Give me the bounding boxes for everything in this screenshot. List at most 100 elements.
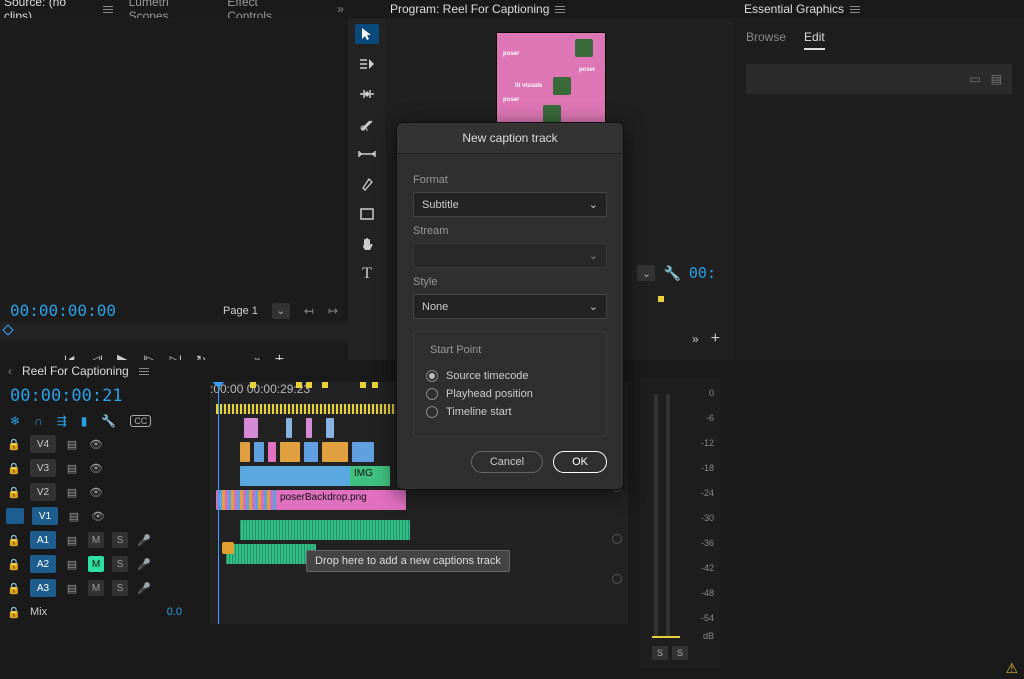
toggle-output-icon[interactable]: ▤ (64, 486, 80, 499)
step-back-icon[interactable]: ↤ (304, 304, 314, 318)
toggle-output-icon[interactable]: ▤ (64, 534, 80, 547)
source-patch-v1[interactable] (6, 508, 24, 524)
stream-label: Stream (413, 225, 607, 237)
markers-icon[interactable]: ▮ (81, 414, 88, 428)
toggle-output-icon[interactable]: ▤ (66, 510, 82, 523)
overflow-icon[interactable]: » (337, 2, 344, 16)
snap-icon[interactable]: ❄ (10, 414, 20, 428)
solo-button[interactable]: S (112, 556, 128, 572)
mute-button[interactable]: M (88, 532, 104, 548)
panel-menu-icon[interactable] (555, 6, 565, 13)
radio-source-timecode[interactable]: Source timecode (426, 370, 594, 382)
tab-essential-graphics[interactable]: Essential Graphics (744, 2, 860, 16)
lock-icon[interactable]: 🔒 (6, 534, 22, 547)
toggle-output-icon[interactable]: ▤ (64, 462, 80, 475)
solo-button[interactable]: S (112, 580, 128, 596)
linked-selection-icon[interactable]: ⇶ (57, 414, 67, 428)
sequence-name[interactable]: Reel For Captioning (22, 364, 129, 378)
scroll-handle[interactable] (612, 574, 622, 584)
scroll-handle[interactable] (612, 534, 622, 544)
step-fwd-icon[interactable]: ↦ (328, 304, 338, 318)
eye-icon[interactable]: 👁 (88, 438, 104, 451)
tab-program[interactable]: Program: Reel For Captioning (390, 2, 565, 16)
magnet-icon[interactable]: ∩ (34, 414, 43, 428)
eye-icon[interactable]: 👁 (88, 486, 104, 499)
mute-button[interactable]: M (88, 580, 104, 596)
tab-program-label: Program: Reel For Captioning (390, 2, 549, 16)
lock-icon[interactable]: 🔒 (6, 606, 22, 619)
mic-icon[interactable]: 🎤 (136, 582, 152, 595)
cc-icon[interactable]: CC (130, 415, 151, 427)
wrench-icon[interactable]: 🔧 (663, 265, 680, 282)
new-caption-track-dialog: New caption track Format Subtitle ⌄ Stre… (396, 122, 624, 490)
radio-playhead-position[interactable]: Playhead position (426, 388, 594, 400)
razor-tool-icon[interactable] (355, 114, 379, 134)
lock-icon[interactable]: 🔒 (6, 558, 22, 571)
type-tool-icon[interactable]: T (355, 264, 379, 284)
style-label: Style (413, 276, 607, 288)
eg-tab-browse[interactable]: Browse (746, 30, 786, 50)
track-mix[interactable]: 🔒Mix0.0 (0, 600, 210, 624)
program-dropdown[interactable]: ⌄ (637, 265, 655, 281)
overflow-icon[interactable]: » (692, 332, 699, 346)
radio-timeline-start[interactable]: Timeline start (426, 406, 594, 418)
track-v2[interactable]: 🔒V2▤👁 (0, 480, 210, 504)
folder-icon[interactable]: ▭ (969, 72, 980, 86)
lock-icon[interactable]: 🔒 (6, 438, 22, 451)
slip-tool-icon[interactable] (355, 144, 379, 164)
hand-tool-icon[interactable] (355, 234, 379, 254)
toggle-output-icon[interactable]: ▤ (64, 438, 80, 451)
source-ruler[interactable] (0, 322, 348, 342)
rectangle-tool-icon[interactable] (355, 204, 379, 224)
lock-icon[interactable]: 🔒 (6, 486, 22, 499)
ripple-edit-tool-icon[interactable] (355, 84, 379, 104)
timeline-timecode[interactable]: 00:00:00:21 (10, 386, 123, 406)
track-v1[interactable]: V1▤👁 (0, 504, 210, 528)
chevron-down-icon: ⌄ (589, 249, 598, 262)
settings-icon[interactable]: 🔧 (101, 414, 116, 428)
solo-right[interactable]: S (672, 646, 688, 660)
stream-select: ⌄ (413, 243, 607, 268)
panel-menu-icon[interactable] (139, 368, 149, 375)
chevron-down-icon: ⌄ (589, 300, 598, 313)
page-dropdown[interactable]: ⌄ (272, 303, 290, 319)
track-a3[interactable]: 🔒A3▤MS🎤 (0, 576, 210, 600)
program-preview: poser poser lit visuals poser (496, 32, 606, 124)
track-v3[interactable]: 🔒V3▤👁 (0, 456, 210, 480)
eye-icon[interactable]: 👁 (90, 510, 106, 523)
format-select[interactable]: Subtitle ⌄ (413, 192, 607, 217)
solo-button[interactable]: S (112, 532, 128, 548)
program-timecode[interactable]: 00: (689, 264, 716, 282)
cancel-button[interactable]: Cancel (471, 451, 543, 473)
warning-icon[interactable]: ⚠ (1005, 660, 1018, 677)
mic-icon[interactable]: 🎤 (136, 534, 152, 547)
lock-icon[interactable]: 🔒 (6, 462, 22, 475)
track-a2[interactable]: 🔒A2▤MS🎤 (0, 552, 210, 576)
layers-icon[interactable]: ▤ (991, 72, 1002, 86)
mute-button[interactable]: M (88, 556, 104, 572)
track-select-tool-icon[interactable] (355, 54, 379, 74)
source-timecode[interactable]: 00:00:00:00 (10, 301, 116, 320)
chevron-left-icon[interactable]: ‹ (8, 364, 12, 378)
panel-menu-icon[interactable] (103, 6, 113, 13)
panel-menu-icon[interactable] (850, 6, 860, 13)
mic-icon[interactable]: 🎤 (136, 558, 152, 571)
clip-label: poserBackdrop.png (280, 492, 367, 503)
toggle-output-icon[interactable]: ▤ (64, 558, 80, 571)
ok-button[interactable]: OK (553, 451, 607, 473)
eye-icon[interactable]: 👁 (88, 462, 104, 475)
drop-tooltip: Drop here to add a new captions track (306, 550, 510, 572)
mix-level[interactable]: 0.0 (167, 606, 182, 618)
selection-tool-icon[interactable] (355, 24, 379, 44)
lock-icon[interactable]: 🔒 (6, 582, 22, 595)
pen-tool-icon[interactable] (355, 174, 379, 194)
eg-tab-edit[interactable]: Edit (804, 30, 825, 50)
page-label: Page 1 (223, 305, 258, 317)
add-icon[interactable]: + (711, 330, 720, 348)
style-select[interactable]: None ⌄ (413, 294, 607, 319)
track-a1[interactable]: 🔒A1▤MS🎤 (0, 528, 210, 552)
toggle-output-icon[interactable]: ▤ (64, 582, 80, 595)
eg-edit-strip: ▭ ▤ (746, 64, 1012, 94)
solo-left[interactable]: S (652, 646, 668, 660)
track-v4[interactable]: 🔒V4▤👁 (0, 432, 210, 456)
